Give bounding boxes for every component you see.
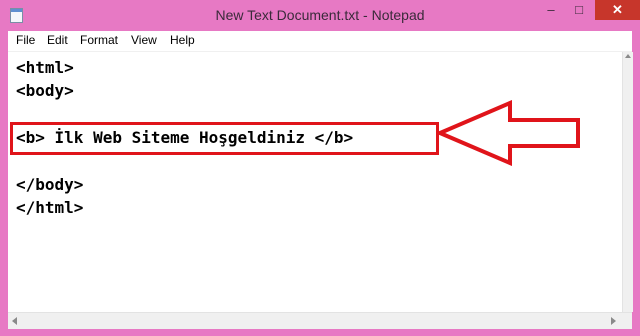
menu-edit[interactable]: Edit	[47, 33, 68, 47]
scroll-right-icon[interactable]	[611, 317, 616, 325]
notepad-window: New Text Document.txt - Notepad – □ ✕ Fi…	[0, 0, 640, 336]
editor-line: </html>	[16, 198, 84, 217]
menu-file[interactable]: File	[16, 33, 35, 47]
maximize-button[interactable]: □	[566, 0, 592, 20]
menu-bar: File Edit Format View Help	[8, 31, 632, 52]
text-editor-area[interactable]	[8, 52, 632, 312]
close-button[interactable]: ✕	[595, 0, 640, 20]
highlight-box	[10, 122, 439, 155]
menu-format[interactable]: Format	[80, 33, 118, 47]
editor-line: <body>	[16, 81, 74, 100]
editor-line: </body>	[16, 175, 84, 194]
horizontal-scrollbar[interactable]	[8, 312, 632, 329]
menu-help[interactable]: Help	[170, 33, 195, 47]
title-bar[interactable]: New Text Document.txt - Notepad – □ ✕	[0, 0, 640, 30]
minimize-button[interactable]: –	[538, 0, 564, 20]
scroll-up-icon[interactable]	[625, 54, 631, 58]
menu-view[interactable]: View	[131, 33, 157, 47]
annotation-arrow-icon	[438, 100, 580, 166]
editor-line: <html>	[16, 58, 74, 77]
vertical-scrollbar[interactable]	[622, 52, 633, 312]
scroll-left-icon[interactable]	[12, 317, 17, 325]
